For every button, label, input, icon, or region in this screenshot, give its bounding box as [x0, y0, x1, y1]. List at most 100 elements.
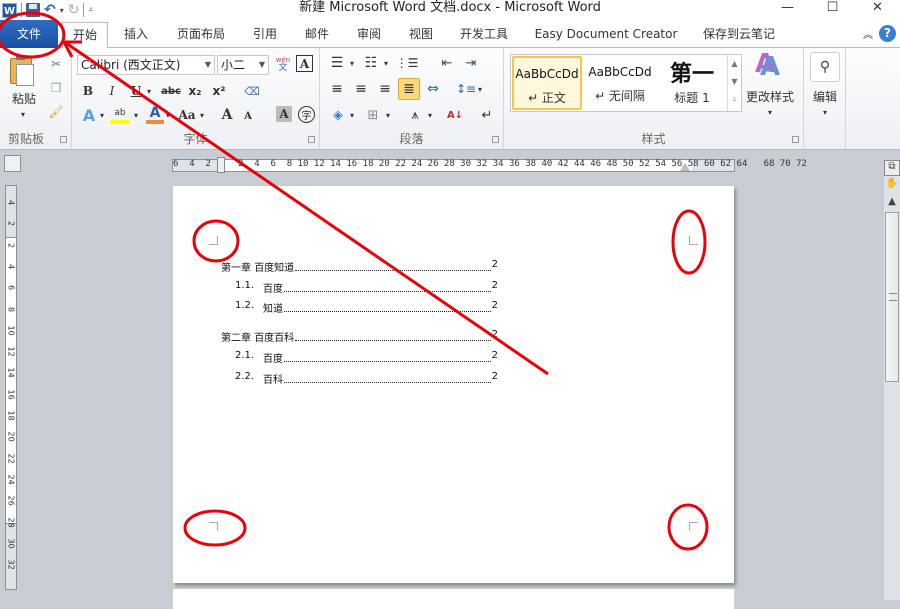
tab-references[interactable]: 引用 — [244, 22, 286, 48]
scrollbar-thumb[interactable] — [885, 212, 899, 382]
tab-developer[interactable]: 开发工具 — [452, 22, 516, 48]
ruler-toggle-button[interactable] — [4, 155, 21, 172]
tab-save-to-cloud-notes[interactable]: 保存到云笔记 — [694, 22, 784, 48]
highlight-icon[interactable]: ab — [110, 106, 130, 124]
phonetic-guide-icon[interactable]: wén 文 — [274, 54, 292, 74]
asian-layout-icon[interactable]: ⩚ — [404, 106, 426, 124]
minimize-button[interactable]: — — [765, 0, 810, 18]
chevron-down-icon[interactable]: ▾ — [476, 82, 484, 96]
chevron-down-icon[interactable]: ▾ — [384, 108, 392, 122]
font-dialog-launcher-icon[interactable] — [308, 136, 315, 143]
style-normal[interactable]: AaBbCcDd ↵ 正文 — [512, 56, 582, 110]
align-right-icon[interactable]: ≡ — [376, 80, 394, 98]
numbering-icon[interactable]: ☷ — [362, 54, 380, 72]
superscript-button[interactable]: x² — [210, 83, 228, 99]
vertical-ruler[interactable]: 4 2 2 4 6 8 10 12 14 16 18 20 22 24 26 28 30 32 — [5, 185, 17, 590]
character-shading-button[interactable]: A — [276, 106, 292, 122]
decrease-indent-icon[interactable]: ⇤ — [438, 54, 456, 72]
sort-icon[interactable]: A↓ — [446, 106, 464, 124]
chevron-down-icon[interactable]: ▾ — [382, 56, 390, 70]
paste-button[interactable]: 粘贴 — [6, 90, 42, 106]
find-icon[interactable]: ⚲ — [810, 52, 840, 82]
vertical-scrollbar[interactable]: ⧉ ✋ ▲ — [884, 160, 900, 600]
justify-icon[interactable]: ≣ — [398, 78, 420, 100]
toc-entry[interactable]: 2.2. 百科 2 — [235, 371, 498, 386]
underline-button[interactable]: U — [128, 83, 144, 99]
chevron-down-icon[interactable]: ▾ — [132, 108, 140, 122]
cut-icon[interactable]: ✂ — [48, 56, 64, 72]
strikethrough-button[interactable]: abc — [160, 83, 182, 99]
change-styles-icon[interactable]: A — [740, 52, 800, 82]
chevron-down-icon[interactable]: ▾ — [348, 108, 356, 122]
toc-entry[interactable]: 第一章 百度知道 2 — [221, 259, 498, 274]
change-styles-button[interactable]: 更改样式 — [740, 88, 800, 104]
document-page-next[interactable] — [173, 589, 734, 609]
chevron-up-icon[interactable]: ▲ — [728, 55, 741, 73]
toc-entry[interactable]: 2.1. 百度 2 — [235, 350, 498, 365]
format-painter-icon[interactable]: 🖌 — [48, 104, 64, 120]
tab-page-layout[interactable]: 页面布局 — [168, 22, 234, 48]
line-spacing-icon[interactable]: ↕≡ — [456, 80, 476, 98]
paste-icon[interactable] — [10, 54, 36, 86]
text-effects-icon[interactable]: A — [80, 106, 98, 125]
maximize-button[interactable]: ☐ — [810, 0, 855, 18]
clear-formatting-icon[interactable]: ⌫ — [242, 81, 262, 101]
font-name-combo[interactable]: Calibri (西文正文) ▼ — [77, 55, 215, 75]
chevron-down-icon[interactable]: ▼ — [205, 56, 211, 74]
chevron-down-icon[interactable]: ▾ — [348, 56, 356, 70]
style-heading-1[interactable]: 第一 标题 1 — [657, 56, 727, 110]
toc-entry[interactable]: 1.2. 知道 2 — [235, 300, 498, 315]
editing-button[interactable]: 编辑 — [806, 88, 844, 104]
font-size-combo[interactable]: 小二 ▼ — [217, 55, 269, 75]
styles-scrollbar[interactable]: ▲ ▼ ⩡ — [727, 55, 741, 111]
tab-review[interactable]: 审阅 — [348, 22, 390, 48]
align-center-icon[interactable]: ≡ — [352, 80, 370, 98]
bullets-icon[interactable]: ☰ — [328, 54, 346, 72]
close-button[interactable]: ✕ — [855, 0, 900, 18]
tab-insert[interactable]: 插入 — [114, 22, 158, 48]
subscript-button[interactable]: x₂ — [186, 83, 204, 99]
increase-indent-icon[interactable]: ⇥ — [462, 54, 480, 72]
tab-file[interactable]: 文件 — [0, 20, 58, 48]
grow-font-button[interactable]: A — [218, 106, 236, 124]
show-marks-icon[interactable]: ↵ — [478, 106, 496, 124]
style-no-spacing[interactable]: AaBbCcDd ↵ 无间隔 — [585, 56, 655, 110]
font-color-icon[interactable]: A — [146, 105, 164, 124]
right-indent-marker[interactable] — [680, 163, 690, 171]
change-case-button[interactable]: Aa — [176, 106, 198, 124]
styles-dialog-launcher-icon[interactable] — [792, 136, 799, 143]
view-ruler-icon[interactable]: ⧉ — [884, 160, 900, 176]
more-styles-icon[interactable]: ⩡ — [728, 91, 741, 109]
chevron-down-icon[interactable]: ▾ — [98, 108, 106, 122]
collapse-ribbon-icon[interactable]: ︽ — [863, 26, 873, 41]
character-border-icon[interactable]: A — [296, 55, 313, 72]
italic-button[interactable]: I — [104, 83, 120, 99]
document-page[interactable]: 第一章 百度知道 2 1.1. 百度 2 1.2. 知道 2 第二章 百度百科 2 2.1.… — [173, 186, 734, 583]
paragraph-dialog-launcher-icon[interactable] — [492, 136, 499, 143]
horizontal-ruler[interactable]: 6 4 2 2 4 6 8 10 12 14 16 18 20 22 24 26… — [172, 157, 807, 173]
borders-icon[interactable]: ⊞ — [364, 106, 382, 124]
tab-mailings[interactable]: 邮件 — [296, 22, 338, 48]
chevron-down-icon[interactable]: ▾ — [426, 108, 434, 122]
enclose-characters-button[interactable]: 字 — [298, 106, 315, 123]
chevron-down-icon[interactable]: ▾ — [198, 108, 206, 122]
toc-entry[interactable]: 第二章 百度百科 2 — [221, 329, 498, 344]
tab-home[interactable]: 开始 — [62, 22, 108, 49]
paste-dropdown-icon[interactable]: ▾ — [16, 108, 30, 120]
toc-entry[interactable]: 1.1. 百度 2 — [235, 280, 498, 295]
chevron-down-icon[interactable]: ▾ — [760, 106, 780, 118]
copy-icon[interactable]: ❐ — [48, 80, 64, 96]
chevron-down-icon[interactable]: ▾ — [816, 106, 834, 118]
indent-marker[interactable] — [217, 157, 225, 173]
align-left-icon[interactable]: ≡ — [328, 80, 346, 98]
tab-view[interactable]: 视图 — [400, 22, 442, 48]
scroll-up-icon[interactable]: ▲ — [884, 196, 900, 212]
clipboard-dialog-launcher-icon[interactable] — [60, 136, 67, 143]
multilevel-list-icon[interactable]: ⋮☰ — [396, 54, 419, 72]
shading-icon[interactable]: ◈ — [328, 106, 348, 124]
chevron-down-icon[interactable]: ▾ — [164, 108, 172, 122]
chevron-down-icon[interactable]: ▼ — [728, 73, 741, 91]
bold-button[interactable]: B — [80, 83, 96, 99]
pan-hand-icon[interactable]: ✋ — [884, 178, 900, 194]
underline-dropdown-icon[interactable]: ▾ — [144, 83, 154, 99]
